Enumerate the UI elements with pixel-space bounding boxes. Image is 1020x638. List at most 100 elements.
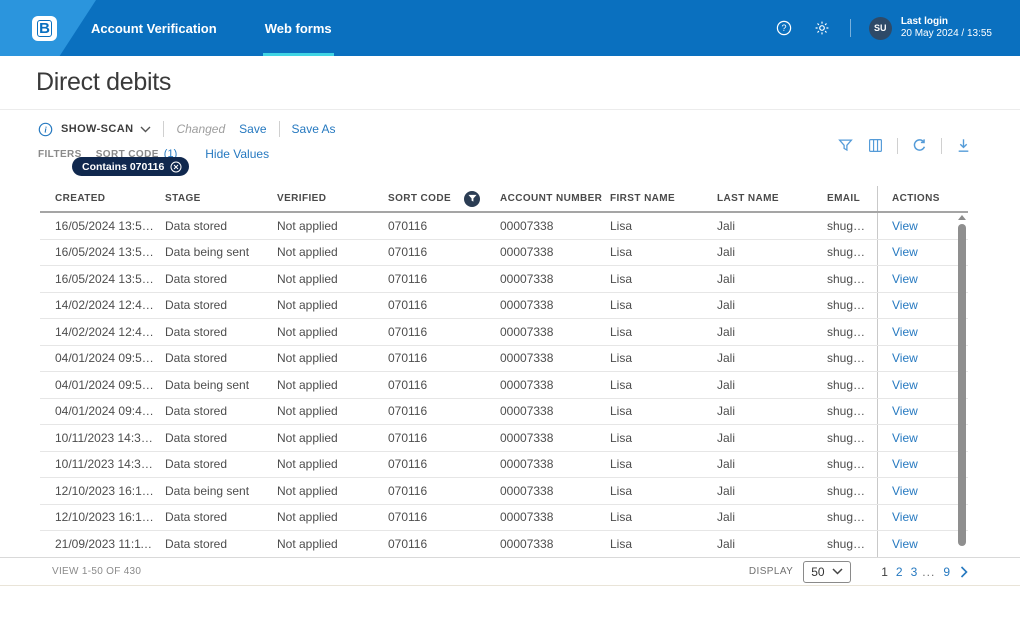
cell-first_name: Lisa <box>610 484 717 498</box>
nav-item-account-verification[interactable]: Account Verification <box>91 0 217 56</box>
hide-values-button[interactable]: Hide Values <box>205 147 269 161</box>
cell-action: View <box>877 293 968 319</box>
table-row: 12/10/2023 16:14:28Data storedNot applie… <box>40 505 968 532</box>
table-row: 14/02/2024 12:48:04Data storedNot applie… <box>40 293 968 320</box>
cell-action: View <box>877 531 968 557</box>
pagination-page-1[interactable]: 1 <box>881 565 888 579</box>
cell-sort_code: 070116 <box>388 272 500 286</box>
cell-sort_code: 070116 <box>388 298 500 312</box>
cell-created: 14/02/2024 12:48:04 <box>55 298 165 312</box>
cell-sort_code: 070116 <box>388 219 500 233</box>
sort-code-filter-badge-icon[interactable] <box>464 191 480 207</box>
cell-verified: Not applied <box>277 431 388 445</box>
filter-chip[interactable]: Contains 070116 <box>72 157 189 176</box>
app-header: B Account Verification Web forms ? SU La… <box>0 0 1020 56</box>
column-header-action[interactable]: ACTIONS <box>877 186 968 211</box>
cell-account_number: 00007338 <box>500 510 610 524</box>
view-link[interactable]: View <box>892 245 918 259</box>
pagination-page-2[interactable]: 2 <box>896 565 903 579</box>
column-header-stage[interactable]: STAGE <box>165 186 277 211</box>
cell-last_name: Jali <box>717 378 827 392</box>
cell-stage: Data stored <box>165 272 277 286</box>
cell-last_name: Jali <box>717 245 827 259</box>
chevron-down-icon[interactable] <box>140 126 151 133</box>
pagination: 123...9 <box>873 565 950 579</box>
cell-last_name: Jali <box>717 404 827 418</box>
filter-chip-label: Contains 070116 <box>82 161 164 173</box>
cell-verified: Not applied <box>277 537 388 551</box>
view-link[interactable]: View <box>892 298 918 312</box>
column-header-email[interactable]: EMAIL <box>827 186 877 211</box>
cell-created: 04/01/2024 09:51:23 <box>55 351 165 365</box>
view-link[interactable]: View <box>892 431 918 445</box>
scrollbar-thumb[interactable] <box>958 224 966 546</box>
cell-stage: Data stored <box>165 537 277 551</box>
chevron-right-icon <box>960 566 968 578</box>
cell-verified: Not applied <box>277 510 388 524</box>
scan-selector[interactable]: SHOW-SCAN <box>61 123 133 135</box>
cell-sort_code: 070116 <box>388 457 500 471</box>
cell-created: 04/01/2024 09:50:34 <box>55 378 165 392</box>
table-row: 16/05/2024 13:50:56Data storedNot applie… <box>40 266 968 293</box>
save-button[interactable]: Save <box>239 122 266 136</box>
view-link[interactable]: View <box>892 272 918 286</box>
cell-sort_code: 070116 <box>388 325 500 339</box>
cell-sort_code: 070116 <box>388 510 500 524</box>
view-link[interactable]: View <box>892 484 918 498</box>
column-header-label: VERIFIED <box>277 193 326 204</box>
filter-icon[interactable] <box>837 137 854 154</box>
cell-last_name: Jali <box>717 431 827 445</box>
help-icon[interactable]: ? <box>776 20 792 36</box>
column-header-label: CREATED <box>55 193 105 204</box>
column-header-label: ACTIONS <box>892 193 940 204</box>
pagination-page-3[interactable]: 3 <box>911 565 918 579</box>
app-logo[interactable]: B <box>32 16 57 41</box>
view-link[interactable]: View <box>892 378 918 392</box>
view-link[interactable]: View <box>892 219 918 233</box>
view-link[interactable]: View <box>892 457 918 471</box>
refresh-icon[interactable] <box>911 137 928 154</box>
column-header-account_number[interactable]: ACCOUNT NUMBER <box>500 186 610 211</box>
settings-gear-icon[interactable] <box>814 20 830 36</box>
view-link[interactable]: View <box>892 404 918 418</box>
next-page-button[interactable] <box>960 566 968 578</box>
cell-email: shughe... <box>827 457 877 471</box>
view-link[interactable]: View <box>892 325 918 339</box>
view-link[interactable]: View <box>892 351 918 365</box>
column-header-sort_code[interactable]: SORT CODE <box>388 186 500 211</box>
cell-action: View <box>877 266 968 292</box>
cell-stage: Data stored <box>165 510 277 524</box>
page-size-select[interactable]: 50 <box>803 561 851 583</box>
scrollbar-up-arrow-icon[interactable] <box>958 215 966 220</box>
view-link[interactable]: View <box>892 510 918 524</box>
cell-verified: Not applied <box>277 378 388 392</box>
column-header-verified[interactable]: VERIFIED <box>277 186 388 211</box>
column-header-last_name[interactable]: LAST NAME <box>717 186 827 211</box>
columns-icon[interactable] <box>867 137 884 154</box>
cell-email: shughe... <box>827 510 877 524</box>
cell-first_name: Lisa <box>610 537 717 551</box>
nav-item-web-forms[interactable]: Web forms <box>265 0 332 56</box>
remove-filter-icon[interactable] <box>170 161 182 173</box>
table-row: 10/11/2023 14:33:35Data storedNot applie… <box>40 425 968 452</box>
column-header-label: LAST NAME <box>717 193 779 204</box>
download-icon[interactable] <box>955 137 972 154</box>
cell-created: 16/05/2024 13:51:15 <box>55 245 165 259</box>
cell-stage: Data stored <box>165 298 277 312</box>
column-header-first_name[interactable]: FIRST NAME <box>610 186 717 211</box>
results-table: CREATED STAGEVERIFIED SORT CODEACCOUNT NUM… <box>40 186 968 557</box>
column-header-created[interactable]: CREATED <box>55 186 165 211</box>
table-body: 16/05/2024 13:51:43Data storedNot applie… <box>40 213 968 557</box>
save-as-button[interactable]: Save As <box>292 122 336 136</box>
cell-account_number: 00007338 <box>500 457 610 471</box>
svg-text:i: i <box>44 124 47 134</box>
cell-first_name: Lisa <box>610 272 717 286</box>
cell-stage: Data being sent <box>165 378 277 392</box>
cell-created: 12/10/2023 16:14:28 <box>55 510 165 524</box>
view-link[interactable]: View <box>892 537 918 551</box>
pagination-page-9[interactable]: 9 <box>943 565 950 579</box>
cell-created: 12/10/2023 16:14:31 <box>55 484 165 498</box>
avatar[interactable]: SU <box>869 17 892 40</box>
divider <box>897 138 898 154</box>
cell-first_name: Lisa <box>610 219 717 233</box>
